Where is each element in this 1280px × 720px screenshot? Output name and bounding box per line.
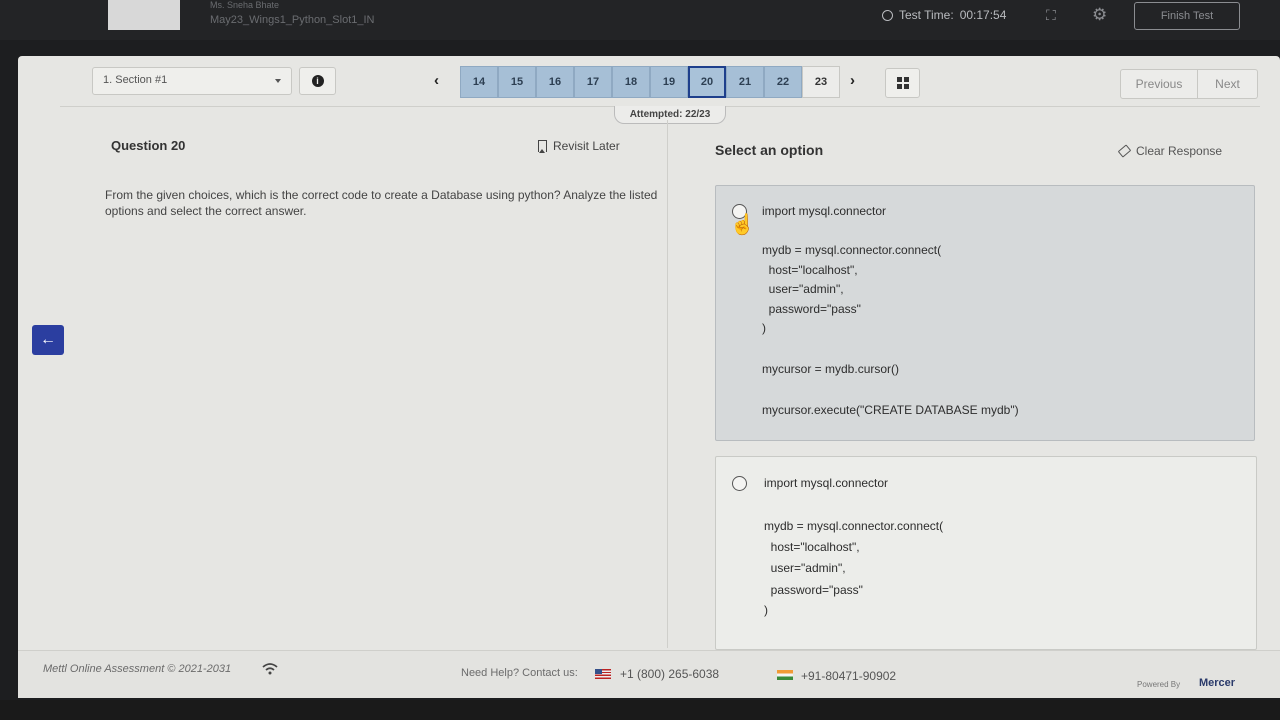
code-line: ) [762,321,766,335]
question-number-button[interactable]: 22 [764,66,802,98]
info-icon: i [311,75,324,87]
test-name: May23_Wings1_Python_Slot1_IN [210,14,375,26]
options-heading: Select an option [715,142,824,158]
top-header: Ms. Sneha Bhate May23_Wings1_Python_Slot… [0,0,1280,40]
candidate-name: Ms. Sneha Bhate [210,0,280,10]
code-line: mydb = mysql.connector.connect( [762,243,942,257]
test-timer: Test Time: 00:17:54 [882,8,1006,22]
attempted-badge: Attempted: 22/23 [614,106,726,124]
radio-button[interactable] [732,476,747,491]
previous-button[interactable]: Previous [1120,69,1198,99]
question-text: From the given choices, which is the cor… [105,188,658,218]
gear-icon[interactable]: ⚙ [1092,5,1107,25]
bookmark-icon [538,140,547,153]
question-grid-button[interactable] [885,68,920,98]
question-number-button[interactable]: 21 [726,66,764,98]
powered-by-label: Powered By [1137,680,1181,689]
help-label: Need Help? Contact us: [461,667,578,679]
next-button[interactable]: Next [1198,69,1258,99]
clear-response-button[interactable]: Clear Response [1117,144,1223,158]
arrow-left-icon[interactable]: ← [32,325,64,355]
mercer-logo: Mercer [1199,677,1236,689]
code-line: user="admin", [762,282,844,296]
current-question-button[interactable]: 20 [688,66,726,98]
question-number-button[interactable]: 17 [574,66,612,98]
info-button[interactable]: i [299,67,336,95]
hand-cursor-icon: ☝ [730,214,755,236]
question-number-button[interactable]: 23 [802,66,840,98]
question-number-button[interactable]: 19 [650,66,688,98]
phone-india[interactable]: +91-80471-90902 [801,669,896,683]
clear-response-label: Clear Response [1136,144,1223,158]
code-line: password="pass" [764,583,863,597]
grid-icon [896,77,909,89]
wifi-icon [262,663,278,675]
section-label: 1. Section #1 [103,74,168,86]
code-line: user="admin", [764,561,846,575]
answer-option[interactable]: import mysql.connector mydb = mysql.conn… [715,185,1255,441]
clock-icon [882,9,893,21]
eraser-icon [1117,144,1132,158]
chevron-right-icon[interactable]: › [850,72,855,89]
code-line: mydb = mysql.connector.connect( [764,519,944,533]
timer-value: 00:17:54 [959,8,1007,22]
code-line: mycursor.execute("CREATE DATABASE mydb") [762,403,1019,417]
question-title: Question 20 [111,138,186,153]
question-number-button[interactable]: 16 [536,66,574,98]
answer-option[interactable]: import mysql.connector mydb = mysql.conn… [715,456,1257,650]
code-line: password="pass" [762,302,861,316]
question-number-button[interactable]: 18 [612,66,650,98]
india-flag-icon [777,670,793,680]
screen-bezel [0,700,1280,720]
question-number-button[interactable]: 14 [460,66,498,98]
code-line: ) [764,603,768,617]
code-line: import mysql.connector [762,204,887,218]
finish-test-button[interactable]: Finish Test [1134,2,1240,30]
us-flag-icon [595,669,611,679]
revisit-label: Revisit Later [553,139,620,153]
fullscreen-icon[interactable]: ⛶ [1046,7,1056,24]
code-line: import mysql.connector [764,476,889,490]
code-line: host="localhost", [764,540,860,554]
revisit-later-button[interactable]: Revisit Later [538,139,620,153]
chevron-left-icon[interactable]: ‹ [434,72,439,89]
question-navigator: 14 15 16 17 18 19 20 21 22 23 [460,66,840,98]
timer-label: Test Time: [899,8,954,22]
question-number-button[interactable]: 15 [498,66,536,98]
company-logo [108,0,180,30]
phone-us[interactable]: +1 (800) 265-6038 [620,667,719,681]
chevron-down-icon [275,79,281,83]
code-line: mycursor = mydb.cursor() [762,362,900,376]
copyright-text: Mettl Online Assessment © 2021-2031 [43,663,232,675]
code-line: host="localhost", [762,263,858,277]
section-dropdown[interactable]: 1. Section #1 [92,67,292,95]
pane-divider [667,120,668,648]
